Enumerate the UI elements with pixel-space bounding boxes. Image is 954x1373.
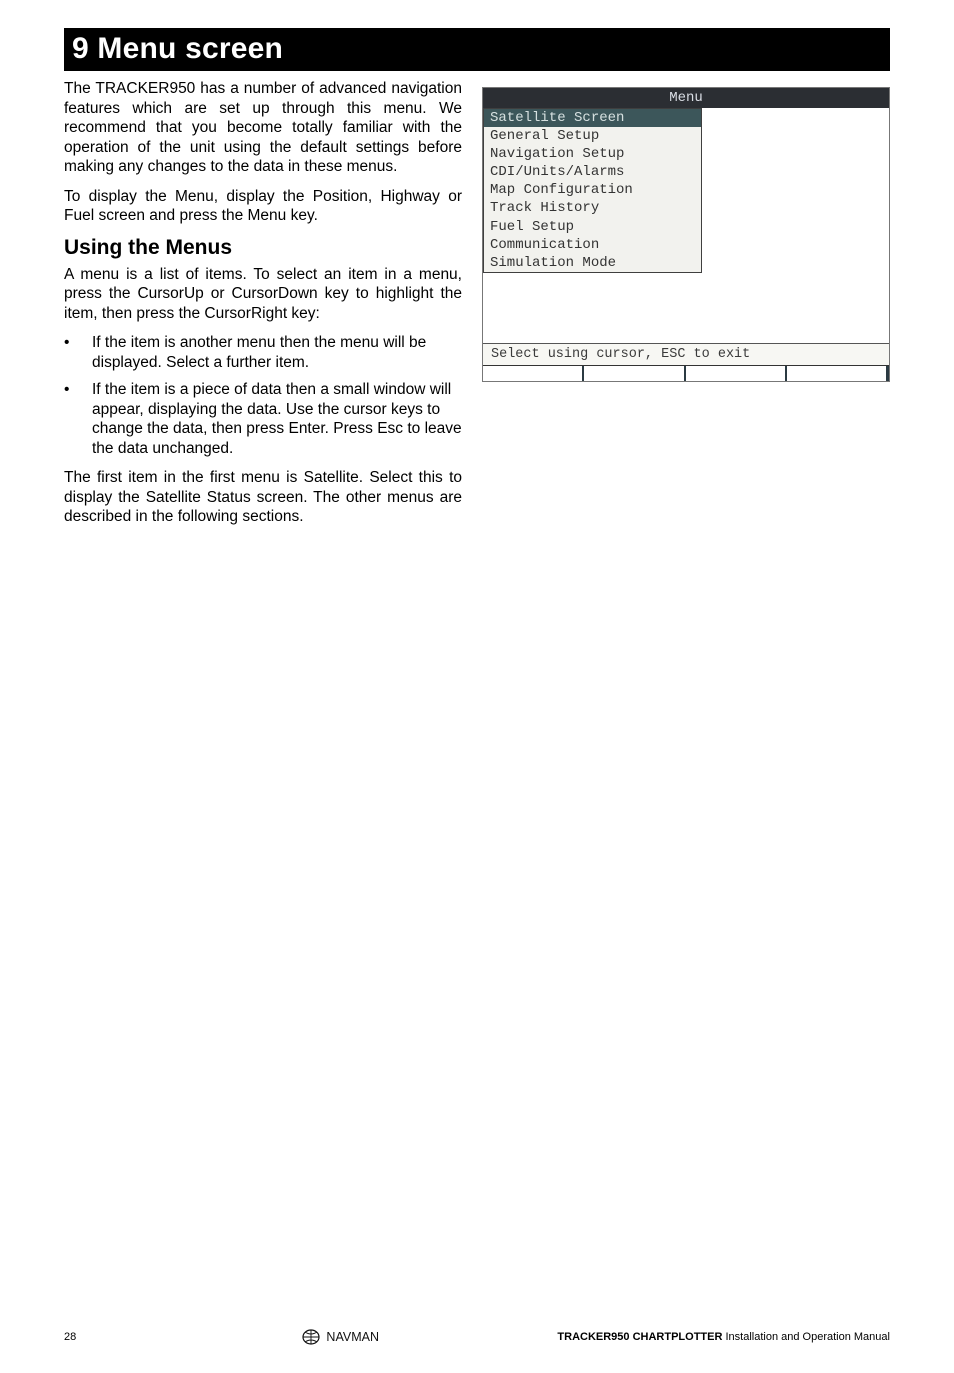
menu-item-simulation-mode: Simulation Mode <box>484 254 701 272</box>
menu-blank-area <box>702 108 889 273</box>
menu-item-track-history: Track History <box>484 199 701 217</box>
menu-item-general-setup: General Setup <box>484 127 701 145</box>
softkey-slot <box>686 366 787 381</box>
menu-item-satellite-screen: Satellite Screen <box>484 109 701 127</box>
brand-mark: NAVMAN <box>302 1329 379 1345</box>
menu-item-map-configuration: Map Configuration <box>484 181 701 199</box>
manual-title-rest: Installation and Operation Manual <box>722 1331 890 1343</box>
menu-item-navigation-setup: Navigation Setup <box>484 145 701 163</box>
menu-softkey-bar <box>483 365 889 381</box>
globe-icon <box>302 1329 320 1345</box>
menu-item-fuel-setup: Fuel Setup <box>484 218 701 236</box>
paragraph: A menu is a list of items. To select an … <box>64 265 462 324</box>
subheading-using-menus: Using the Menus <box>64 236 462 260</box>
menu-title: Menu <box>483 88 889 108</box>
brand-text: NAVMAN <box>326 1330 379 1344</box>
softkey-slot <box>787 366 889 381</box>
menu-item-communication: Communication <box>484 236 701 254</box>
menu-list: Satellite Screen General Setup Navigatio… <box>483 108 702 273</box>
paragraph: The TRACKER950 has a number of advanced … <box>64 79 462 177</box>
manual-title: TRACKER950 CHARTPLOTTER Installation and… <box>557 1331 890 1343</box>
menu-item-cdi-units-alarms: CDI/Units/Alarms <box>484 163 701 181</box>
list-item-text: If the item is another menu then the men… <box>92 333 462 372</box>
list-item: •If the item is a piece of data then a s… <box>64 380 462 458</box>
softkey-slot <box>584 366 685 381</box>
list-item-text: If the item is a piece of data then a sm… <box>92 380 462 458</box>
softkey-slot <box>483 366 584 381</box>
section-title: 9 Menu screen <box>64 28 890 71</box>
page-number: 28 <box>64 1331 124 1343</box>
paragraph: To display the Menu, display the Positio… <box>64 187 462 226</box>
list-item: •If the item is another menu then the me… <box>64 333 462 372</box>
menu-footer-hint: Select using cursor, ESC to exit <box>483 343 889 365</box>
device-menu-screenshot: Menu Satellite Screen General Setup Navi… <box>482 87 890 382</box>
paragraph: The first item in the first menu is Sate… <box>64 468 462 527</box>
manual-title-bold: TRACKER950 CHARTPLOTTER <box>557 1331 722 1343</box>
bullet-list: •If the item is another menu then the me… <box>64 333 462 458</box>
